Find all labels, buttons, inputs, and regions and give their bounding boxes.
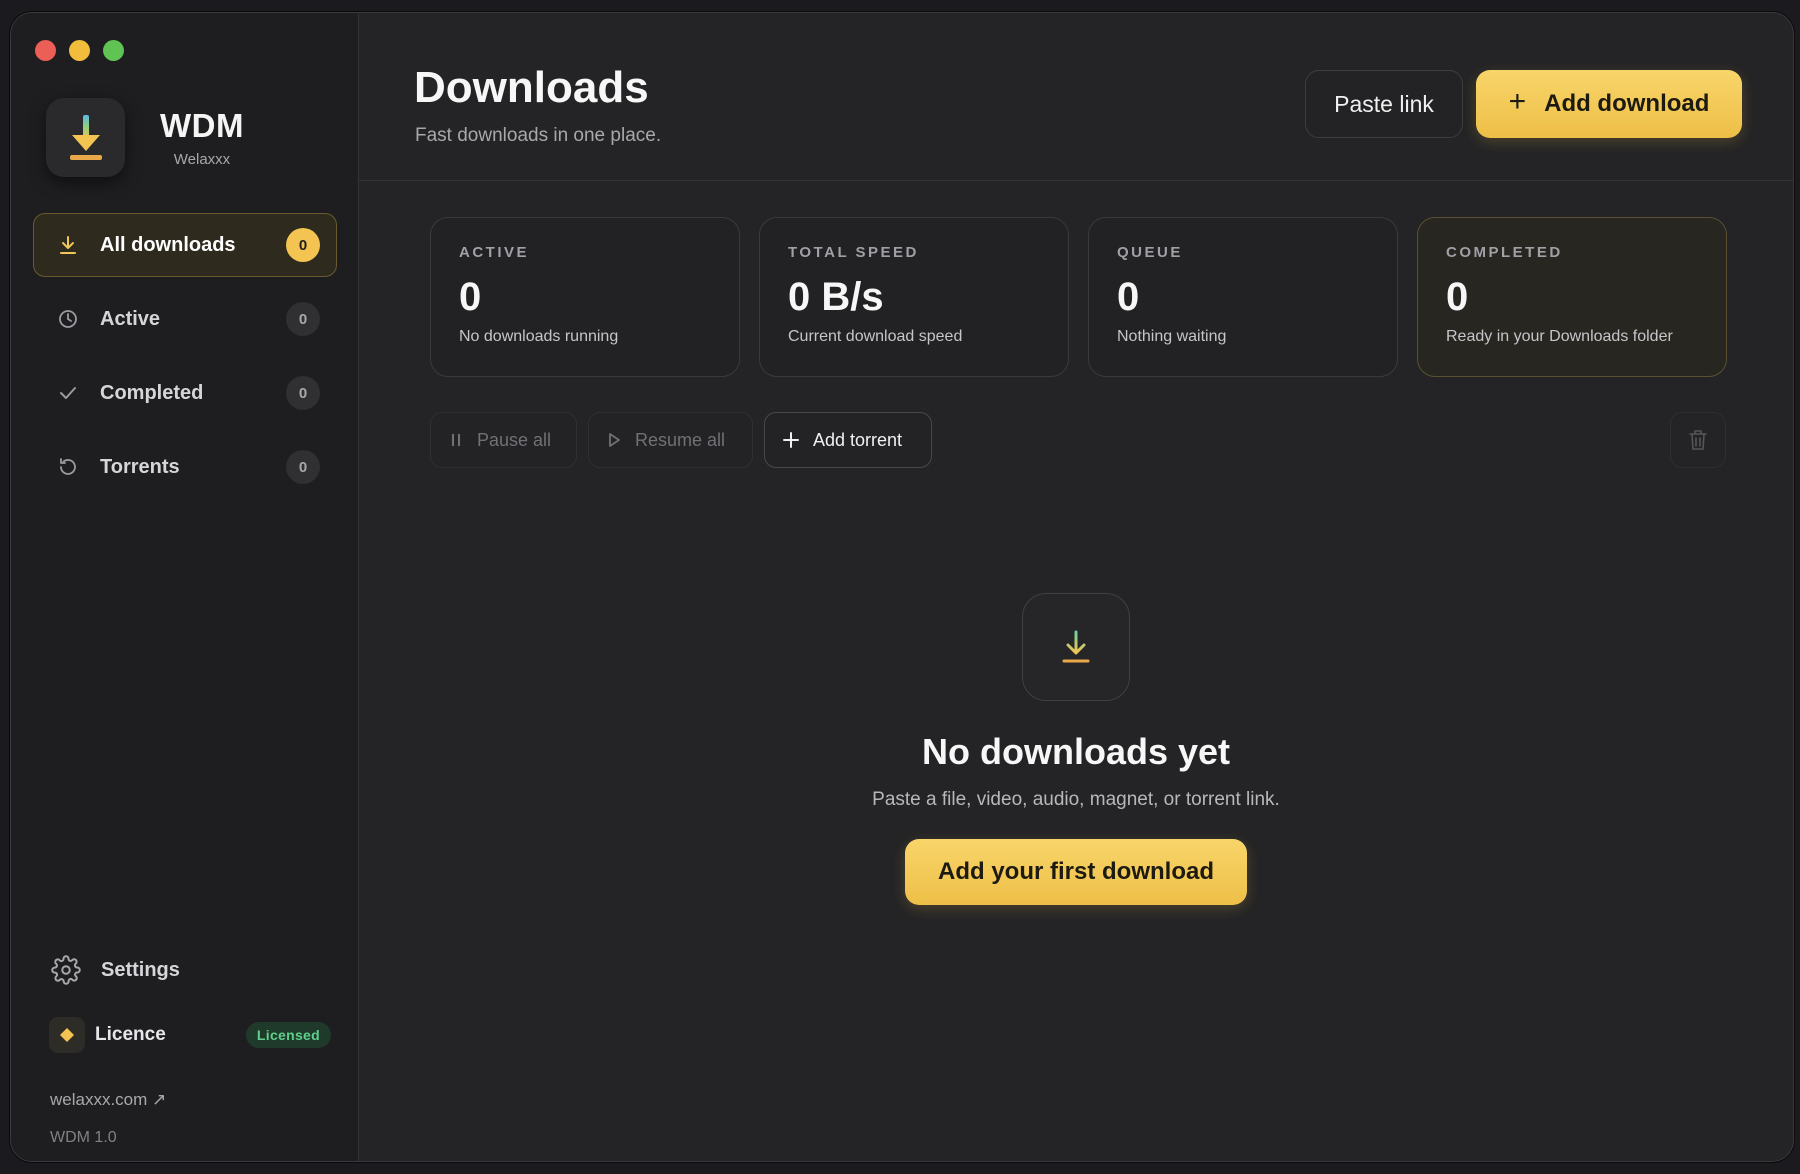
minimize-window-button[interactable] — [69, 40, 90, 61]
app-version: WDM 1.0 — [50, 1129, 117, 1146]
sidebar-item-label: Active — [100, 307, 161, 330]
stats-row: ACTIVE 0 No downloads running TOTAL SPEE… — [430, 217, 1727, 377]
licence-label: Licence — [95, 1024, 166, 1045]
sidebar-nav: All downloads 0 Active 0 Completed 0 Tor… — [33, 213, 337, 509]
pause-icon — [449, 432, 463, 448]
sidebar: WDM Welaxxx All downloads 0 Active 0 Com… — [11, 13, 359, 1161]
refresh-icon — [56, 455, 80, 479]
sidebar-item-all-downloads[interactable]: All downloads 0 — [33, 213, 337, 277]
add-first-download-button[interactable]: Add your first download — [905, 839, 1247, 905]
sidebar-item-count: 0 — [286, 450, 320, 484]
resume-all-button[interactable]: Resume all — [588, 412, 753, 468]
clock-icon — [56, 307, 80, 331]
pause-all-button[interactable]: Pause all — [430, 412, 577, 468]
stat-description: Current download speed — [788, 328, 963, 345]
stat-card-queue: QUEUE 0 Nothing waiting — [1088, 217, 1398, 377]
empty-state-subtitle: Paste a file, video, audio, magnet, or t… — [872, 789, 1280, 810]
sidebar-item-label: Completed — [100, 381, 204, 404]
window-controls — [35, 40, 124, 61]
app-window: WDM Welaxxx All downloads 0 Active 0 Com… — [10, 12, 1794, 1162]
stat-label: COMPLETED — [1446, 244, 1563, 261]
plus-icon: + — [1508, 85, 1527, 118]
app-name: WDM — [160, 107, 244, 144]
diamond-icon — [49, 1017, 85, 1053]
gear-icon — [51, 955, 81, 985]
empty-state-title: No downloads yet — [921, 731, 1231, 772]
clear-downloads-button[interactable] — [1670, 412, 1726, 468]
add-download-button[interactable]: + Add download — [1476, 70, 1742, 138]
licence-row[interactable]: Licence Licensed — [49, 1017, 331, 1053]
stat-label: TOTAL SPEED — [788, 244, 919, 261]
settings-label: Settings — [101, 958, 180, 981]
play-icon — [607, 432, 621, 448]
add-torrent-label: Add torrent — [813, 429, 903, 450]
stat-description: No downloads running — [459, 328, 619, 345]
trash-icon — [1688, 429, 1708, 451]
sidebar-item-label: Torrents — [100, 455, 180, 478]
paste-link-button[interactable]: Paste link — [1305, 70, 1463, 138]
stat-card-total-speed: TOTAL SPEED 0 B/s Current download speed — [759, 217, 1069, 377]
stat-value: 0 — [1117, 275, 1140, 319]
page-title: Downloads — [414, 63, 649, 112]
app-subtitle: Welaxxx — [173, 151, 231, 168]
sidebar-item-count: 0 — [286, 376, 320, 410]
stat-value: 0 — [459, 275, 482, 319]
plus-icon — [783, 432, 799, 448]
page-subtitle: Fast downloads in one place. — [415, 125, 662, 146]
resume-all-label: Resume all — [635, 429, 726, 450]
stat-label: QUEUE — [1117, 244, 1183, 261]
website-link[interactable]: welaxxx.com ↗ — [50, 1090, 166, 1110]
downloads-toolbar: Pause all Resume all Add torrent — [430, 412, 1726, 468]
sidebar-item-count: 0 — [286, 302, 320, 336]
sidebar-item-label: All downloads — [100, 233, 236, 256]
brand: WDM Welaxxx — [46, 98, 244, 177]
sidebar-item-completed[interactable]: Completed 0 — [33, 361, 337, 425]
app-logo-icon — [46, 98, 125, 177]
stat-description: Nothing waiting — [1117, 328, 1227, 345]
sidebar-item-active[interactable]: Active 0 — [33, 287, 337, 351]
download-icon — [1022, 593, 1130, 701]
download-icon — [56, 233, 80, 257]
stat-value: 0 — [1446, 275, 1469, 319]
stat-description: Ready in your Downloads folder — [1446, 328, 1673, 345]
add-download-label: Add download — [1544, 90, 1710, 117]
check-icon — [56, 381, 80, 405]
settings-button[interactable]: Settings — [51, 955, 180, 985]
add-torrent-button[interactable]: Add torrent — [764, 412, 932, 468]
pause-all-label: Pause all — [477, 429, 552, 450]
stat-card-completed: COMPLETED 0 Ready in your Downloads fold… — [1417, 217, 1727, 377]
stat-value: 0 B/s — [788, 275, 884, 319]
main-content: Downloads Fast downloads in one place. P… — [359, 13, 1793, 1161]
stat-label: ACTIVE — [459, 244, 530, 261]
close-window-button[interactable] — [35, 40, 56, 61]
sidebar-item-torrents[interactable]: Torrents 0 — [33, 435, 337, 499]
empty-state: No downloads yet Paste a file, video, au… — [359, 593, 1793, 905]
sidebar-item-count: 0 — [286, 228, 320, 262]
page-header: Downloads Fast downloads in one place. P… — [359, 13, 1793, 181]
maximize-window-button[interactable] — [103, 40, 124, 61]
stat-card-active: ACTIVE 0 No downloads running — [430, 217, 740, 377]
licensed-badge: Licensed — [245, 1022, 331, 1048]
